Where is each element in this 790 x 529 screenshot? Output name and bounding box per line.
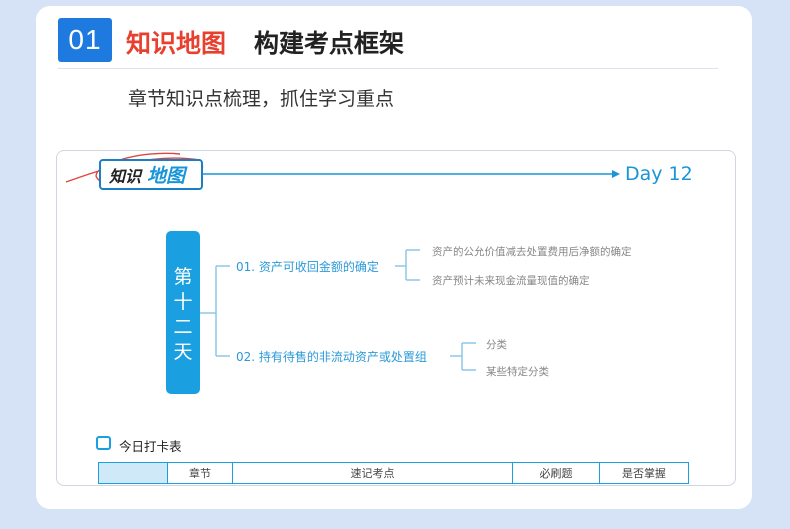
table-header-cell: 章节 (167, 462, 233, 484)
logo-text-part2: 地图 (147, 165, 186, 187)
branch-1-leaf-2: 资产预计未来现金流量现值的确定 (432, 275, 590, 287)
table-header-row: 章节 速记考点 必刷题 是否掌握 (98, 462, 689, 484)
table-header-cell: 必刷题 (512, 462, 600, 484)
checkin-title: 今日打卡表 (119, 439, 182, 454)
knowledge-map-logo: 知识 地图 (99, 159, 203, 190)
branch-2-label: 02. 持有待售的非流动资产或处置组 (236, 350, 427, 364)
checkin-table: 章节 速记考点 必刷题 是否掌握 (98, 462, 689, 484)
branch-2-leaf-2: 某些特定分类 (486, 366, 549, 378)
root-char: 第 (173, 266, 193, 288)
day-label: Day 12 (625, 163, 693, 185)
calendar-check-icon (96, 436, 111, 450)
root-char: 二 (173, 316, 193, 338)
root-char: 十 (173, 291, 193, 313)
branch-2-leaf-1: 分类 (486, 339, 507, 351)
branch-1-label: 01. 资产可收回金额的确定 (236, 260, 379, 274)
table-header-cell: 速记考点 (232, 462, 513, 484)
root-char: 天 (173, 341, 193, 363)
branch-1-leaf-1: 资产的公允价值减去处置费用后净额的确定 (432, 246, 632, 258)
table-header-cell (98, 462, 168, 484)
logo-text-part1: 知识 (109, 167, 142, 186)
mind-map-root: 第 十 二 天 (166, 231, 200, 394)
table-header-cell: 是否掌握 (599, 462, 689, 484)
